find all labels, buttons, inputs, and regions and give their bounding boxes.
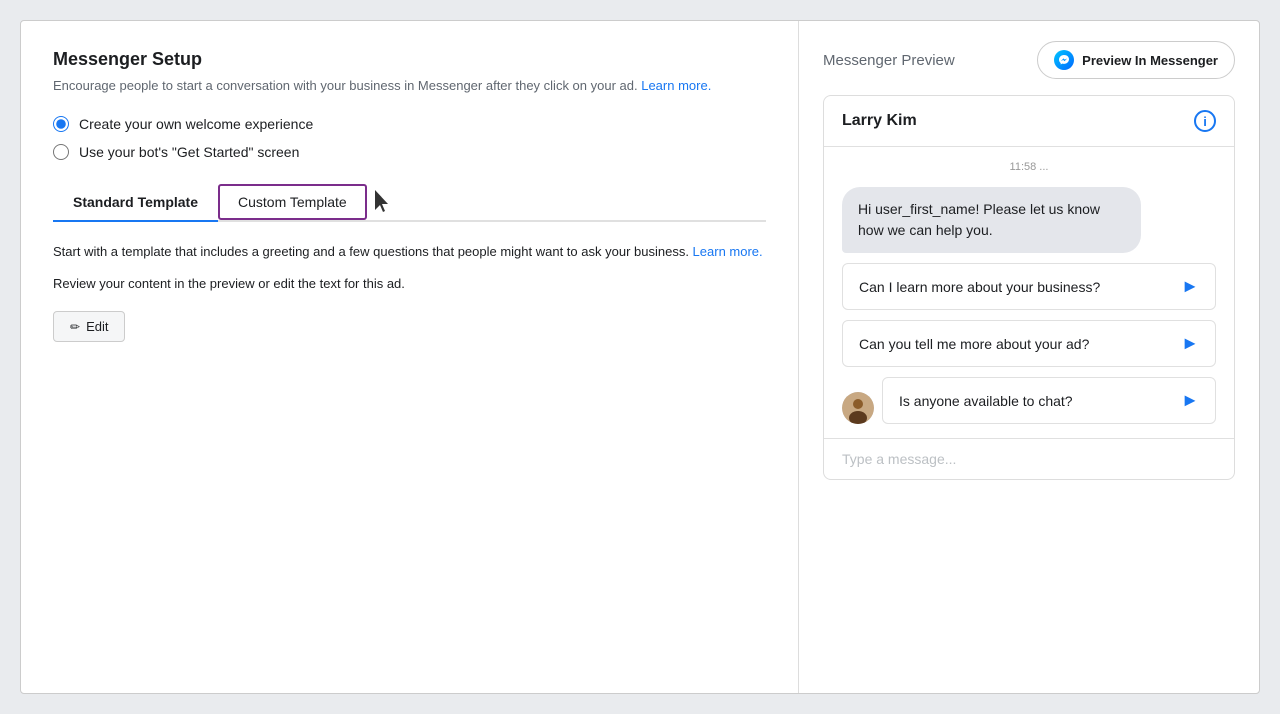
message-input-area: Type a message...: [824, 438, 1234, 479]
preview-button-label: Preview In Messenger: [1082, 53, 1218, 68]
edit-button[interactable]: ✏ Edit: [53, 311, 125, 342]
info-icon[interactable]: i: [1194, 110, 1216, 132]
description-text: Start with a template that includes a gr…: [53, 242, 766, 263]
page-title: Messenger Setup: [53, 49, 766, 70]
radio-label-2: Use your bot's "Get Started" screen: [79, 144, 299, 160]
review-text: Review your content in the preview or ed…: [53, 276, 766, 291]
messenger-logo-icon: [1054, 50, 1074, 70]
reply-arrow-1: ►: [1181, 276, 1199, 297]
reply-option-2[interactable]: Can you tell me more about your ad? ►: [842, 320, 1216, 367]
reply-option-3-text: Is anyone available to chat?: [899, 393, 1073, 409]
preview-in-messenger-button[interactable]: Preview In Messenger: [1037, 41, 1235, 79]
tabs-container: Standard Template Custom Template: [53, 184, 766, 222]
reply-option-3[interactable]: Is anyone available to chat? ►: [882, 377, 1216, 424]
message-input-placeholder[interactable]: Type a message...: [842, 451, 1216, 467]
description-learn-more-link[interactable]: Learn more.: [693, 244, 763, 259]
page-subtitle: Encourage people to start a conversation…: [53, 76, 766, 96]
radio-group: Create your own welcome experience Use y…: [53, 116, 766, 160]
radio-label-1: Create your own welcome experience: [79, 116, 313, 132]
radio-option-1[interactable]: Create your own welcome experience: [53, 116, 766, 132]
right-panel: Messenger Preview Preview In Messenger L…: [799, 21, 1259, 693]
messenger-body: 11:58 ... Hi user_first_name! Please let…: [824, 147, 1234, 438]
messenger-preview-box: Larry Kim i 11:58 ... Hi user_first_name…: [823, 95, 1235, 480]
pencil-icon: ✏: [70, 320, 80, 334]
reply-row-3: Is anyone available to chat? ►: [842, 377, 1216, 424]
messenger-header: Larry Kim i: [824, 96, 1234, 147]
subtitle-text: Encourage people to start a conversation…: [53, 78, 641, 93]
tab-standard[interactable]: Standard Template: [53, 184, 218, 220]
main-container: Messenger Setup Encourage people to star…: [20, 20, 1260, 694]
time-label: 11:58 ...: [842, 161, 1216, 173]
description-main: Start with a template that includes a gr…: [53, 244, 693, 259]
right-header: Messenger Preview Preview In Messenger: [823, 41, 1235, 79]
reply-arrow-3: ►: [1181, 390, 1199, 411]
greeting-bubble: Hi user_first_name! Please let us know h…: [842, 187, 1141, 253]
cursor-area: [367, 184, 393, 220]
cursor-icon: [375, 190, 393, 214]
radio-option-2[interactable]: Use your bot's "Get Started" screen: [53, 144, 766, 160]
contact-name: Larry Kim: [842, 112, 917, 130]
reply-arrow-2: ►: [1181, 333, 1199, 354]
radio-input-2[interactable]: [53, 144, 69, 160]
reply-option-1[interactable]: Can I learn more about your business? ►: [842, 263, 1216, 310]
edit-button-label: Edit: [86, 319, 108, 334]
left-panel: Messenger Setup Encourage people to star…: [21, 21, 799, 693]
reply-option-1-text: Can I learn more about your business?: [859, 279, 1100, 295]
avatar: [842, 392, 874, 424]
messenger-preview-label: Messenger Preview: [823, 52, 955, 69]
subtitle-learn-more-link[interactable]: Learn more.: [641, 78, 711, 93]
radio-input-1[interactable]: [53, 116, 69, 132]
reply-option-2-text: Can you tell me more about your ad?: [859, 336, 1089, 352]
tab-custom[interactable]: Custom Template: [218, 184, 367, 220]
